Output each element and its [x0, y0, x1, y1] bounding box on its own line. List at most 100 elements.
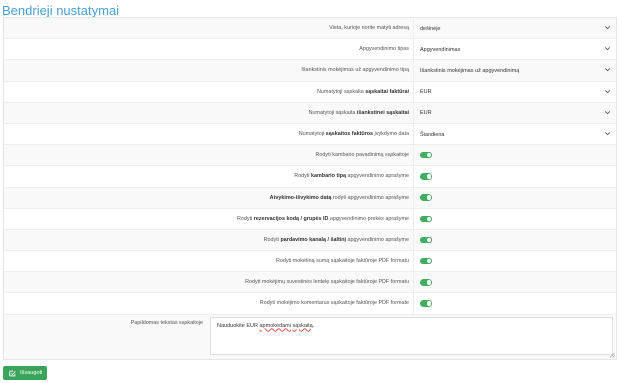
setting-label-text: Numatytoji sąskaita	[317, 88, 366, 95]
setting-label-text: Numatytoji sąskaita	[308, 109, 357, 116]
setting-toggle-cell	[413, 293, 616, 314]
setting-label: Rodyti mokėtiną sumą sąskaitoje faktūroj…	[4, 251, 413, 271]
setting-label-bold: rezervacijos kodą / grupės ID	[253, 215, 329, 222]
setting-label: Vieta, kurioje norite matyti adresą	[4, 18, 413, 38]
setting-toggle[interactable]	[420, 194, 432, 201]
setting-toggle[interactable]	[420, 236, 432, 244]
setting-toggle-cell	[413, 145, 616, 166]
extra-text-content: Nauduokite EUR	[217, 322, 260, 329]
select-value-wrap: Išankstinis mokėjimas už apgyvendinimą	[420, 60, 616, 80]
save-button-label: Išsaugoti	[20, 370, 43, 376]
select-value-wrap: EUR	[420, 103, 616, 123]
settings-row: Vieta, kurioje norite matyti adresą dešin…	[4, 18, 616, 40]
setting-select[interactable]: EUR	[413, 81, 616, 102]
setting-label-bold: sąskaitos faktūros	[325, 130, 374, 137]
setting-label-text: Išankstinis mokėjimas už apgyvendinimo t…	[301, 67, 409, 74]
setting-label: Rodyti kambario tipą apgyvendinimo apraš…	[4, 166, 413, 186]
settings-row: Rodyti kambario pavadinimą sąskaitoje	[4, 145, 616, 167]
setting-select[interactable]: dešinėje	[413, 18, 616, 39]
settings-row: Rodyti kambario tipą apgyvendinimo apraš…	[4, 166, 616, 188]
setting-toggle[interactable]	[420, 173, 432, 180]
settings-row: Rodyti mokėtiną sumą sąskaitoje faktūroj…	[4, 251, 616, 273]
setting-select[interactable]: Apgyvendinimas	[413, 39, 616, 60]
setting-toggle[interactable]	[420, 257, 432, 265]
setting-toggle-cell	[413, 229, 616, 251]
select-value-wrap: Šiandiena	[420, 124, 616, 144]
setting-label-text: apgyvendinimo prekės aprašyme	[328, 215, 409, 222]
chevron-down-icon	[604, 110, 611, 115]
setting-label: Rodyti mokėjimų suvestinės lentelę sąska…	[4, 272, 413, 292]
extra-text-row: Papildomas tekstas sąskaitoje Nauduokite…	[4, 314, 616, 359]
setting-select[interactable]: Šiandiena	[413, 123, 616, 145]
setting-toggle[interactable]	[420, 279, 432, 286]
setting-label-text: apgyvendinimo aprašyme	[346, 173, 409, 180]
chevron-down-icon	[604, 26, 611, 30]
extra-text-label: Papildomas tekstas sąskaitoje	[130, 319, 203, 326]
setting-label-text: įvykdymo data	[373, 130, 409, 137]
setting-toggle[interactable]	[420, 215, 432, 223]
setting-label-bold: kambario tipą	[311, 173, 347, 180]
setting-label-text: Apgyvendinimo tipas	[359, 46, 409, 53]
setting-label-text: Numatytoji	[298, 130, 326, 137]
save-button[interactable]: Išsaugoti	[3, 366, 47, 380]
setting-label-bold: pardavimo kanalą / šaltinį	[280, 236, 347, 243]
settings-row: Apgyvendinimo tipas Apgyvendinimas	[4, 39, 616, 61]
setting-label: Rodyti mokėjimo komentarus sąskaitoje fa…	[4, 293, 413, 313]
setting-label: Išankstinis mokėjimas už apgyvendinimo t…	[4, 60, 413, 80]
setting-label-text: Rodyti	[237, 215, 254, 222]
setting-toggle-cell	[413, 251, 616, 272]
setting-label-text: Rodyti	[263, 236, 281, 243]
select-value: Apgyvendinimas	[420, 46, 461, 53]
setting-label: Apgyvendinimo tipas	[4, 39, 413, 59]
setting-toggle[interactable]	[420, 151, 432, 159]
select-value: dešinėje	[420, 25, 441, 32]
settings-row: Rodyti mokėjimo komentarus sąskaitoje fa…	[4, 293, 616, 315]
setting-label: Rodyti kambario pavadinimą sąskaitoje	[4, 145, 413, 165]
settings-row: Rodyti mokėjimų suvestinės lentelę sąska…	[4, 272, 616, 294]
setting-label-bold: sąskaitai faktūrai	[365, 88, 409, 95]
setting-label-text: Rodyti mokėjimų suvestinės lentelę sąska…	[245, 279, 409, 286]
setting-label-text: Rodyti	[294, 173, 311, 180]
setting-label-bold: išankstinei sąskaitai	[356, 109, 409, 116]
settings-row: Išankstinis mokėjimas už apgyvendinimo t…	[4, 60, 616, 82]
setting-select[interactable]: EUR	[413, 102, 616, 123]
setting-label-text: apgyvendinimo aprašyme	[346, 236, 409, 243]
save-icon	[9, 370, 16, 376]
setting-label-text: Rodyti kambario pavadinimą sąskaitoje	[315, 152, 409, 159]
setting-label-bold: Atvykimo-išvykimo datą	[269, 194, 332, 201]
extra-text-flagged-word: sąskaitą	[292, 322, 313, 329]
setting-label-text: Rodyti mokėtiną sumą sąskaitoje faktūroj…	[275, 258, 409, 265]
setting-label-text: rodyti apgyvendinimo aprašyme	[331, 194, 409, 201]
setting-toggle-cell	[413, 272, 616, 293]
setting-label: Rodyti rezervacijos kodą / grupės ID apg…	[4, 209, 413, 229]
select-value-wrap: Apgyvendinimas	[420, 39, 616, 59]
setting-label: Numatytoji sąskaitos faktūros įvykdymo d…	[4, 124, 413, 144]
settings-row: Numatytoji sąskaita išankstinei sąskaita…	[4, 102, 616, 124]
setting-toggle-cell	[413, 208, 616, 229]
select-value-wrap: dešinėje	[420, 18, 616, 38]
chevron-down-icon	[604, 89, 611, 93]
setting-label-text: Rodyti mokėjimo komentarus sąskaitoje fa…	[259, 300, 409, 307]
extra-text-textarea[interactable]: Nauduokite EUR apmokėdami sąskaitą.	[210, 316, 613, 355]
select-value: EUR	[420, 110, 432, 117]
setting-select[interactable]: Išankstinis mokėjimas už apgyvendinimą	[413, 60, 616, 81]
settings-row: Rodyti rezervacijos kodą / grupės ID apg…	[4, 208, 616, 230]
setting-label: Rodyti pardavimo kanalą / šaltinį apgyve…	[4, 230, 413, 250]
select-value-wrap: EUR	[420, 82, 616, 102]
setting-toggle-cell	[413, 187, 616, 208]
resize-grip-icon[interactable]	[609, 352, 615, 358]
extra-text-content: .	[312, 322, 315, 329]
chevron-down-icon	[604, 47, 611, 51]
chevron-down-icon	[604, 68, 611, 72]
setting-label: Numatytoji sąskaita sąskaitai faktūrai	[4, 82, 413, 102]
setting-label-text: Vieta, kurioje norite matyti adresą	[329, 25, 409, 31]
settings-row: Numatytoji sąskaita sąskaitai faktūrai EU…	[4, 81, 616, 103]
select-value: EUR	[420, 89, 432, 96]
settings-row: Atvykimo-išvykimo datą rodyti apgyvendin…	[4, 187, 616, 209]
select-value: Šiandiena	[420, 131, 445, 138]
setting-toggle[interactable]	[420, 300, 432, 307]
extra-text-flagged-word: apmokėdami	[259, 322, 292, 329]
settings-row: Numatytoji sąskaitos faktūros įvykdymo d…	[4, 123, 616, 146]
select-value: Išankstinis mokėjimas už apgyvendinimą	[420, 67, 520, 74]
settings-table: Vieta, kurioje norite matyti adresą dešin…	[3, 17, 617, 360]
